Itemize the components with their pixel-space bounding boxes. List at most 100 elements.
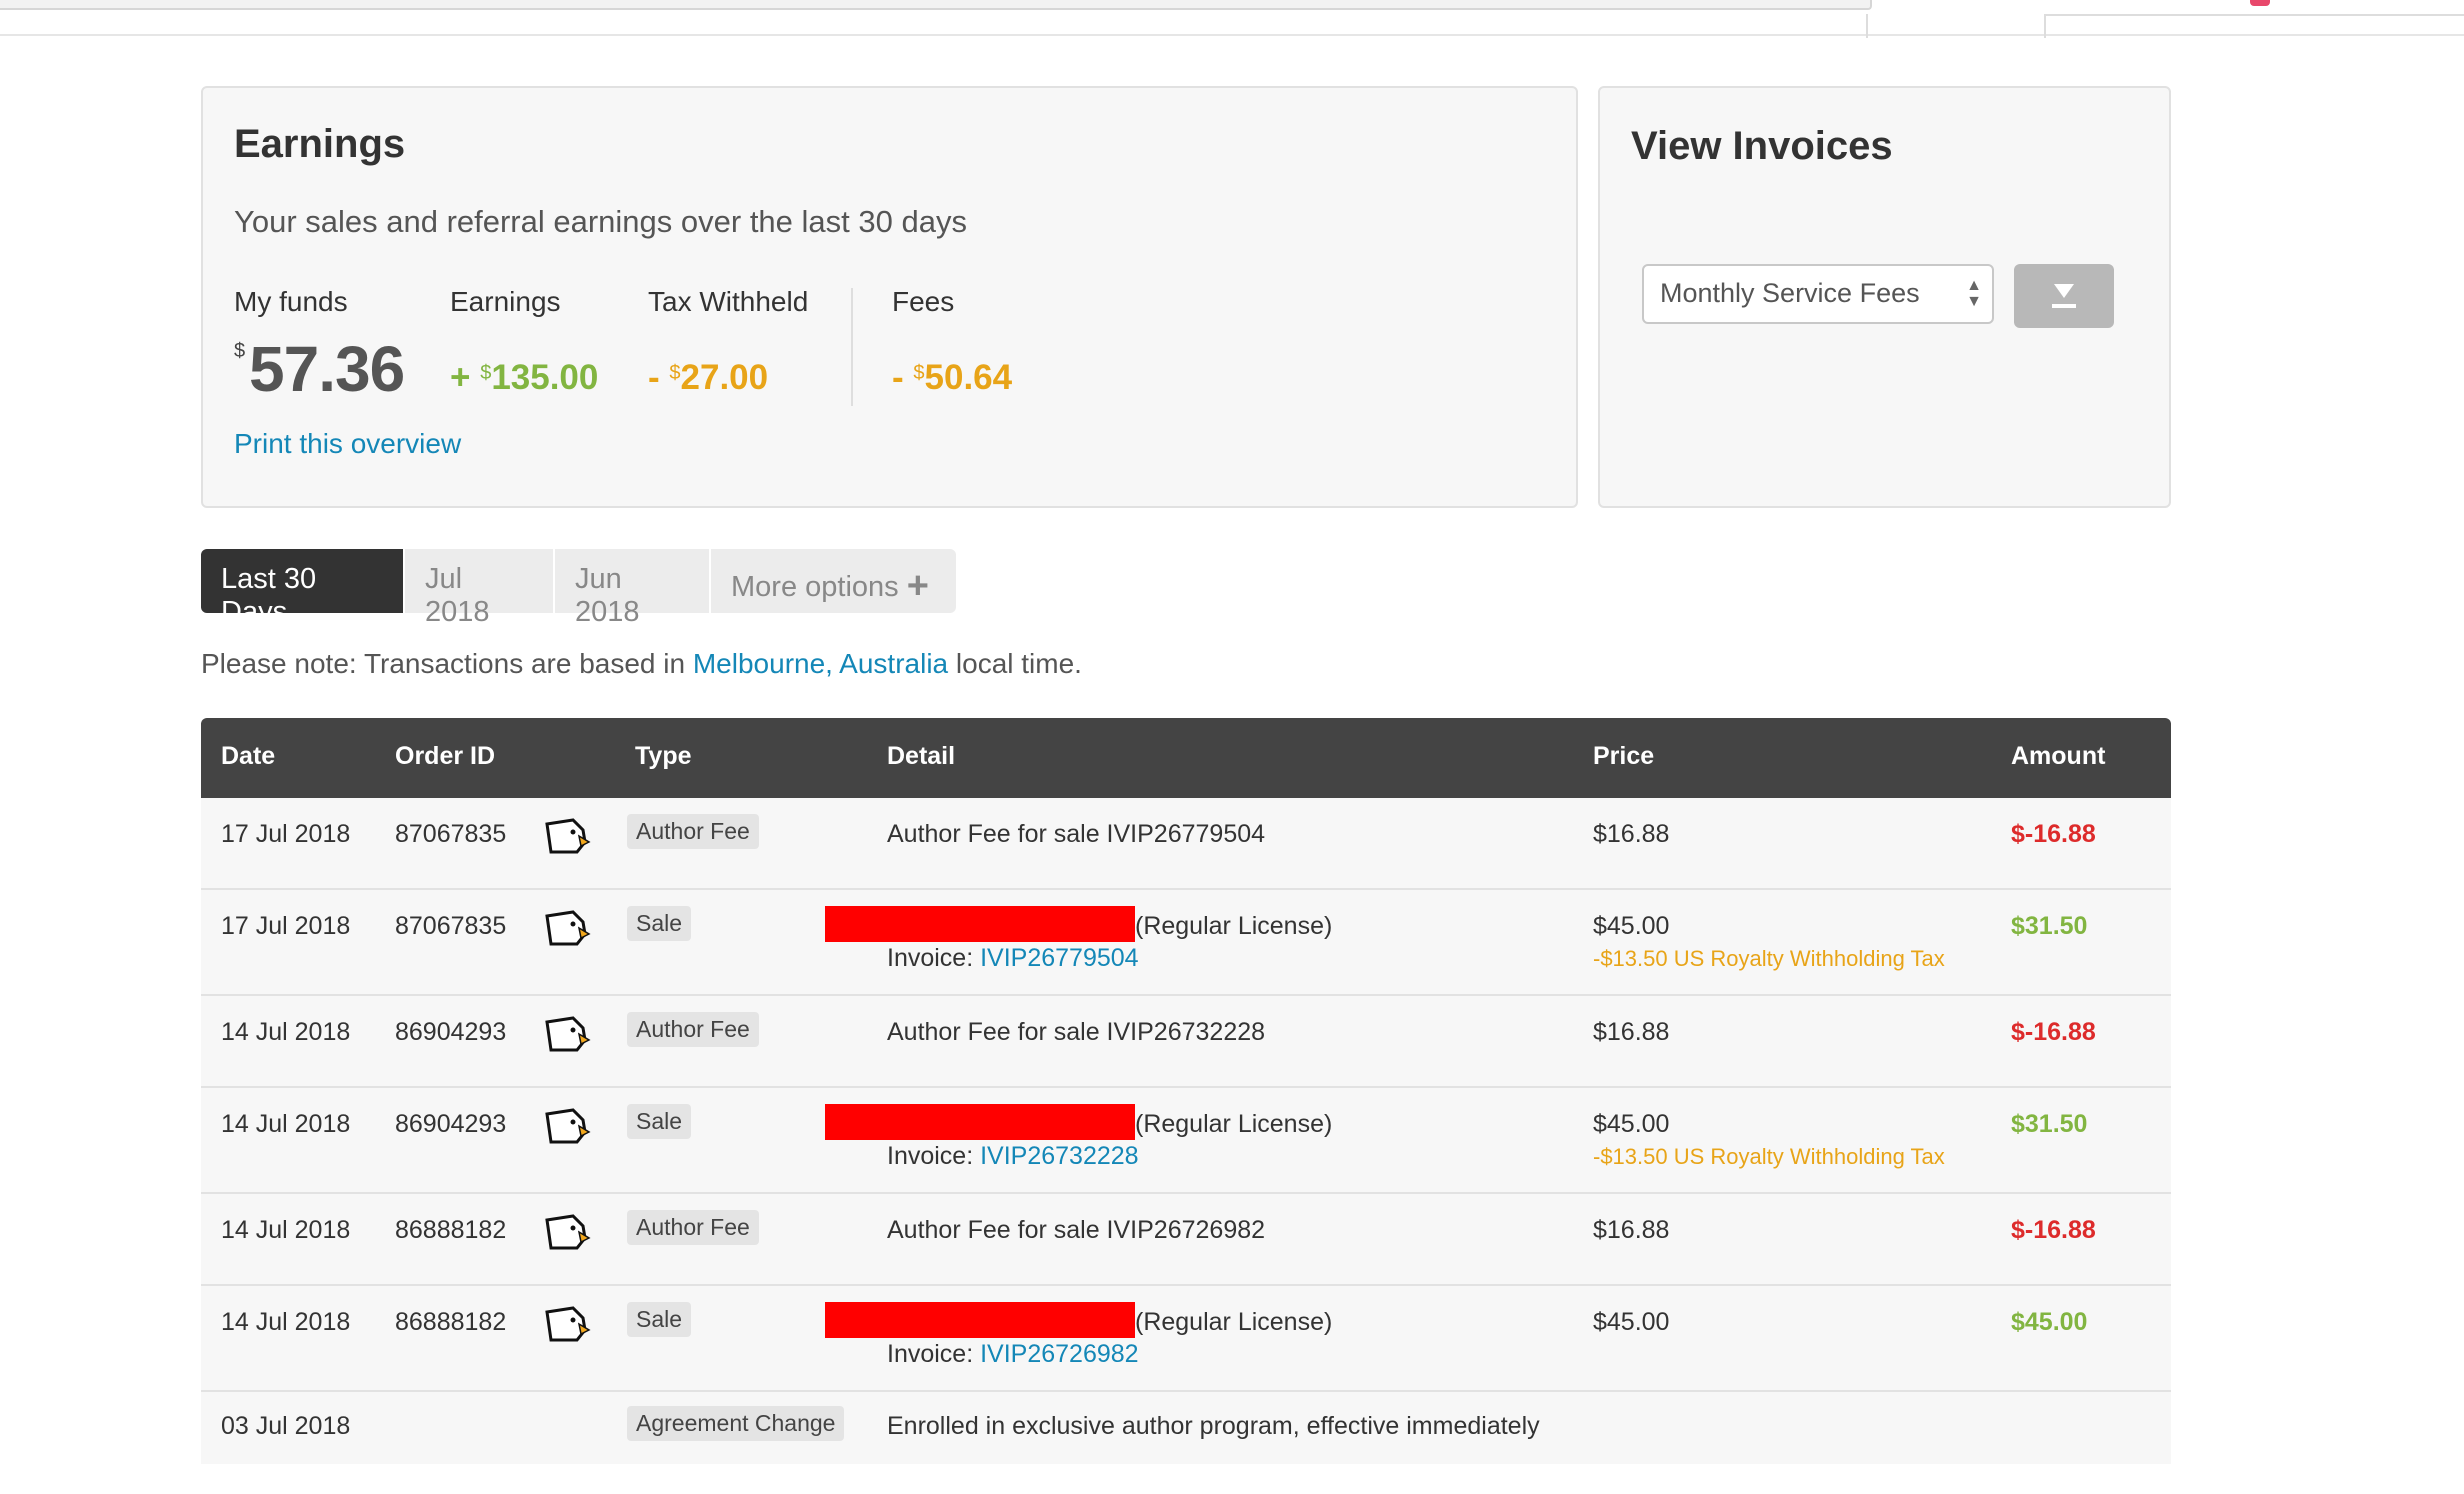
- invoice-link[interactable]: IVIP26779504: [980, 944, 1138, 972]
- type-badge: Sale: [627, 1104, 692, 1139]
- address-bar-edge: [0, 0, 1872, 10]
- row-order-id: 86904293: [395, 1018, 507, 1046]
- invoice-line: Invoice: IVIP26779504: [887, 944, 1139, 973]
- author-fee-detail-link[interactable]: Author Fee for sale IVIP26732228: [887, 1018, 1265, 1047]
- view-invoices-title: View Invoices: [1631, 124, 1893, 168]
- download-invoice-button[interactable]: [2014, 264, 2114, 328]
- plus-icon: +: [906, 565, 929, 607]
- type-badge: Sale: [627, 1302, 692, 1337]
- earnings-value: + $135.00: [450, 358, 598, 398]
- row-date: 14 Jul 2018: [221, 1110, 351, 1138]
- view-invoices-panel: View Invoices Monthly Service Fees ▲ ▼: [1598, 86, 2171, 508]
- row-price: $45.00: [1593, 1110, 1670, 1138]
- withholding-tax-note: -$13.50 US Royalty Withholding Tax: [1593, 946, 1945, 971]
- table-row: 14 Jul 2018 86888182 Sale (Regular Licen…: [201, 1286, 2171, 1392]
- agreement-change-detail: Enrolled in exclusive author program, ef…: [887, 1412, 1540, 1440]
- tax-amount: 27.00: [680, 358, 769, 397]
- invoice-label: Invoice:: [887, 1142, 981, 1170]
- license-link[interactable]: (Regular License): [1135, 1110, 1332, 1139]
- invoice-link[interactable]: IVIP26732228: [980, 1142, 1138, 1170]
- note-prefix: Please note: Transactions are based in: [201, 648, 693, 679]
- table-row: 14 Jul 2018 86904293 Sale (Regular Licen…: [201, 1088, 2171, 1194]
- row-order-id: 87067835: [395, 912, 507, 940]
- table-header: Date Order ID Type Detail Price Amount: [201, 718, 2171, 798]
- row-price: $16.88: [1593, 820, 1670, 848]
- invoice-label: Invoice:: [887, 1340, 981, 1368]
- eagle-avatar-icon: [545, 818, 591, 854]
- redacted-item-name: [825, 1104, 1135, 1140]
- earnings-amount: 135.00: [491, 358, 599, 397]
- invoice-type-selected: Monthly Service Fees: [1660, 278, 1920, 308]
- withholding-tax-note: -$13.50 US Royalty Withholding Tax: [1593, 1144, 1945, 1169]
- tab-separator: [1866, 14, 1868, 38]
- my-funds-label: My funds: [234, 286, 348, 317]
- invoice-label: Invoice:: [887, 944, 981, 972]
- eagle-avatar-icon: [545, 1016, 591, 1052]
- table-row: 17 Jul 2018 87067835 Author Fee Author F…: [201, 798, 2171, 890]
- tax-currency: $: [669, 362, 681, 384]
- type-badge: Author Fee: [627, 1210, 759, 1245]
- col-date: Date: [221, 742, 276, 770]
- earnings-sign: +: [450, 358, 471, 397]
- browser-divider: [0, 34, 2464, 36]
- table-row: 17 Jul 2018 87067835 Sale (Regular Licen…: [201, 890, 2171, 996]
- tab-jun-2018[interactable]: Jun 2018: [555, 549, 709, 628]
- earnings-label: Earnings: [450, 286, 561, 317]
- row-order-id: 87067835: [395, 820, 507, 848]
- col-order-id: Order ID: [395, 742, 496, 770]
- row-order-id: 86888182: [395, 1308, 507, 1336]
- note-suffix: local time.: [948, 648, 1082, 679]
- row-amount: $-16.88: [2011, 820, 2096, 848]
- row-date: 14 Jul 2018: [221, 1018, 351, 1046]
- row-amount: $-16.88: [2011, 1018, 2096, 1046]
- print-overview-link[interactable]: Print this overview: [234, 428, 461, 460]
- license-link[interactable]: (Regular License): [1135, 912, 1332, 941]
- eagle-avatar-icon: [545, 1306, 591, 1342]
- col-amount: Amount: [2011, 742, 2106, 770]
- row-date: 14 Jul 2018: [221, 1216, 351, 1244]
- tab-jul-2018[interactable]: Jul 2018: [405, 549, 553, 628]
- row-amount: $31.50: [2011, 912, 2088, 940]
- row-amount: $-16.88: [2011, 1216, 2096, 1244]
- row-date: 14 Jul 2018: [221, 1308, 351, 1336]
- tab-separator: [2044, 14, 2046, 38]
- tab-more-options[interactable]: More options +: [711, 549, 956, 613]
- fees-label: Fees: [892, 286, 955, 317]
- invoice-type-select[interactable]: Monthly Service Fees ▲ ▼: [1642, 264, 1994, 324]
- author-fee-detail-link[interactable]: Author Fee for sale IVIP26779504: [887, 820, 1265, 849]
- invoice-line: Invoice: IVIP26726982: [887, 1340, 1139, 1369]
- license-link[interactable]: (Regular License): [1135, 1308, 1332, 1337]
- row-amount: $45.00: [2011, 1308, 2088, 1336]
- tab-last-30-days[interactable]: Last 30 Days: [201, 549, 403, 628]
- row-order-id: 86888182: [395, 1216, 507, 1244]
- earnings-title: Earnings: [234, 122, 406, 166]
- notification-marker: [2250, 0, 2270, 6]
- row-order-id: 86904293: [395, 1110, 507, 1138]
- invoice-line: Invoice: IVIP26732228: [887, 1142, 1139, 1171]
- earnings-subtitle: Your sales and referral earnings over th…: [234, 204, 967, 239]
- table-row: 14 Jul 2018 86904293 Author Fee Author F…: [201, 996, 2171, 1088]
- redacted-item-name: [825, 906, 1135, 942]
- row-price: $16.88: [1593, 1216, 1670, 1244]
- earnings-panel: Earnings Your sales and referral earning…: [201, 86, 1578, 508]
- row-price: $45.00: [1593, 912, 1670, 940]
- row-date: 17 Jul 2018: [221, 820, 351, 848]
- tax-sign: -: [648, 358, 660, 397]
- updown-arrows-icon: ▲ ▼: [1966, 277, 1982, 310]
- type-badge: Sale: [627, 906, 692, 941]
- eagle-avatar-icon: [545, 910, 591, 946]
- row-price: $16.88: [1593, 1018, 1670, 1046]
- invoice-link[interactable]: IVIP26726982: [980, 1340, 1138, 1368]
- timezone-location-link[interactable]: Melbourne, Australia: [693, 648, 948, 679]
- browser-top-strip: [0, 0, 2464, 38]
- my-funds-value: 57.36: [249, 333, 405, 405]
- fees-currency: $: [913, 362, 925, 384]
- author-fee-detail-link[interactable]: Author Fee for sale IVIP26726982: [887, 1216, 1265, 1245]
- download-icon: [2052, 284, 2076, 308]
- tab-edge: [2044, 14, 2464, 16]
- col-detail: Detail: [887, 742, 956, 770]
- type-badge: Agreement Change: [627, 1406, 845, 1441]
- row-date: 17 Jul 2018: [221, 912, 351, 940]
- fees-amount: 50.64: [924, 358, 1013, 397]
- eagle-avatar-icon: [545, 1214, 591, 1250]
